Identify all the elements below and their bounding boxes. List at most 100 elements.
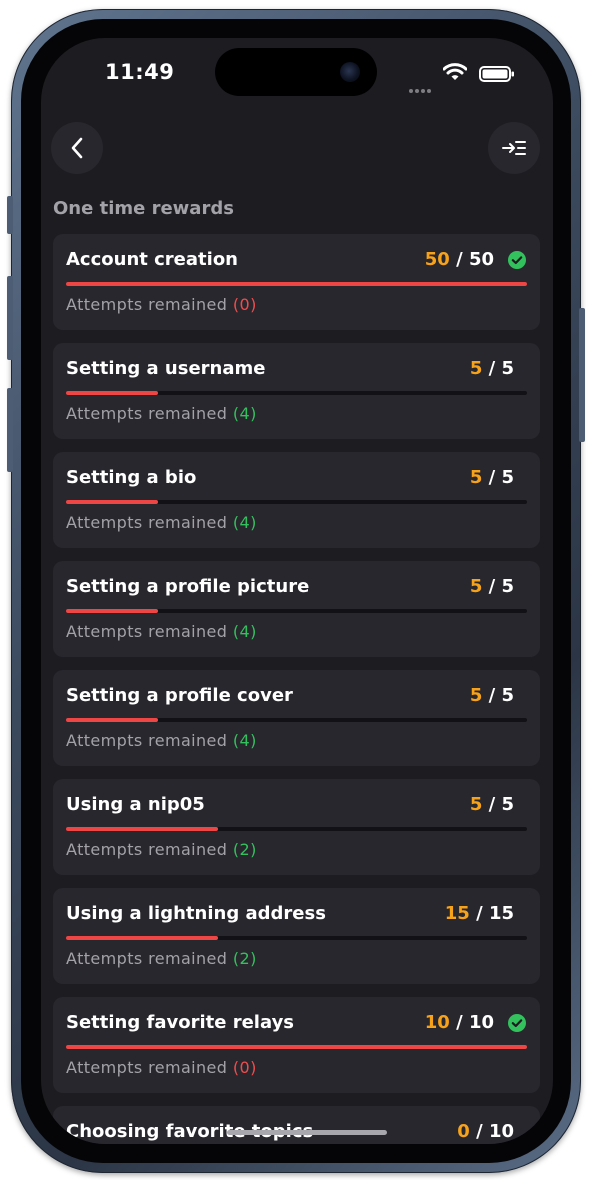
reward-score: 5 / 5 xyxy=(470,794,514,815)
score-separator: / xyxy=(482,467,502,488)
reward-score: 50 / 50 xyxy=(425,249,494,270)
reward-total: 10 xyxy=(468,1012,494,1033)
reward-card[interactable]: Setting a profile cover 5 / 5 Attempts rem… xyxy=(53,670,540,766)
chevron-left-icon xyxy=(71,137,83,159)
attempts-remaining: Attempts remained (4) xyxy=(66,404,257,423)
attempts-count: (2) xyxy=(232,840,257,859)
attempts-count: (4) xyxy=(232,731,257,750)
reward-card[interactable]: Setting favorite relays 10 / 10 Attempts r… xyxy=(53,997,540,1093)
action-button xyxy=(7,196,13,234)
reward-total: 5 xyxy=(501,358,514,379)
score-separator: / xyxy=(482,685,502,706)
reward-current: 5 xyxy=(469,794,483,815)
attempts-count: (2) xyxy=(232,949,257,968)
attempts-remaining: Attempts remained (0) xyxy=(66,1058,257,1077)
section-title: One time rewards xyxy=(53,198,234,219)
attempts-remaining: Attempts remained (2) xyxy=(66,840,257,859)
score-separator: / xyxy=(449,249,469,270)
progress-fill xyxy=(66,609,159,613)
status-time: 11:49 xyxy=(105,60,175,84)
attempts-remaining: Attempts remained (4) xyxy=(66,731,257,750)
progress-track xyxy=(66,609,527,613)
progress-track xyxy=(66,827,527,831)
dynamic-island xyxy=(215,48,377,96)
reward-current: 5 xyxy=(469,467,483,488)
reward-current: 5 xyxy=(469,576,483,597)
reward-card[interactable]: Using a nip05 5 / 5 Attempts remained (2) xyxy=(53,779,540,875)
reward-title: Setting favorite relays xyxy=(66,1012,295,1033)
attempts-remaining: Attempts remained (0) xyxy=(66,295,257,314)
reward-current: 15 xyxy=(444,903,470,924)
status-icons xyxy=(405,62,515,93)
reward-card[interactable]: Account creation 50 / 50 Attempts remained… xyxy=(53,234,540,330)
attempts-label: Attempts remained xyxy=(66,404,228,423)
collapse-button[interactable] xyxy=(488,122,540,174)
attempts-label: Attempts remained xyxy=(66,513,228,532)
reward-current: 5 xyxy=(469,685,483,706)
check-circle-icon xyxy=(508,251,526,269)
camera-icon xyxy=(340,62,360,82)
volume-up-button xyxy=(7,276,13,360)
reward-title: Setting a profile picture xyxy=(66,576,310,597)
reward-total: 15 xyxy=(488,903,514,924)
app-screen: 11:49 One time rewards Account creation 5… xyxy=(41,38,553,1144)
volume-down-button xyxy=(7,388,13,472)
wifi-icon xyxy=(443,63,467,80)
reward-total: 5 xyxy=(501,576,514,597)
rewards-list: Account creation 50 / 50 Attempts remained… xyxy=(53,234,540,1144)
reward-card[interactable]: Setting a username 5 / 5 Attempts remained… xyxy=(53,343,540,439)
battery-icon xyxy=(479,66,514,82)
reward-current: 5 xyxy=(469,358,483,379)
attempts-label: Attempts remained xyxy=(66,840,228,859)
reward-title: Using a lightning address xyxy=(66,903,326,924)
attempts-remaining: Attempts remained (4) xyxy=(66,513,257,532)
reward-card[interactable]: Choosing favorite topics 0 / 10 xyxy=(53,1106,540,1144)
home-indicator[interactable] xyxy=(227,1130,387,1135)
progress-track xyxy=(66,936,527,940)
progress-track xyxy=(66,718,527,722)
reward-card[interactable]: Using a lightning address 15 / 15 Attempts… xyxy=(53,888,540,984)
progress-track xyxy=(66,282,527,286)
score-separator: / xyxy=(469,1121,489,1142)
progress-fill xyxy=(66,282,527,286)
score-separator: / xyxy=(482,576,502,597)
attempts-label: Attempts remained xyxy=(66,731,228,750)
reward-score: 5 / 5 xyxy=(470,685,514,706)
progress-fill xyxy=(66,936,219,940)
progress-fill xyxy=(66,1045,527,1049)
reward-current: 50 xyxy=(424,249,450,270)
attempts-count: (0) xyxy=(232,1058,257,1077)
attempts-label: Attempts remained xyxy=(66,622,228,641)
reward-title: Setting a profile cover xyxy=(66,685,293,706)
reward-title: Using a nip05 xyxy=(66,794,205,815)
reward-score: 0 / 10 xyxy=(457,1121,514,1142)
progress-fill xyxy=(66,391,159,395)
attempts-count: (0) xyxy=(232,295,257,314)
reward-total: 10 xyxy=(488,1121,514,1142)
score-separator: / xyxy=(469,903,489,924)
reward-total: 5 xyxy=(501,685,514,706)
progress-track xyxy=(66,391,527,395)
attempts-remaining: Attempts remained (2) xyxy=(66,949,257,968)
reward-current: 10 xyxy=(424,1012,450,1033)
reward-card[interactable]: Setting a bio 5 / 5 Attempts remained (4) xyxy=(53,452,540,548)
signal-icon xyxy=(409,78,437,93)
reward-title: Setting a username xyxy=(66,358,266,379)
attempts-count: (4) xyxy=(232,404,257,423)
progress-fill xyxy=(66,500,159,504)
reward-score: 10 / 10 xyxy=(425,1012,494,1033)
reward-score: 15 / 15 xyxy=(445,903,514,924)
score-separator: / xyxy=(482,794,502,815)
reward-card[interactable]: Setting a profile picture 5 / 5 Attempts r… xyxy=(53,561,540,657)
reward-score: 5 / 5 xyxy=(470,576,514,597)
reward-title: Setting a bio xyxy=(66,467,197,488)
back-button[interactable] xyxy=(51,122,103,174)
score-separator: / xyxy=(482,358,502,379)
attempts-label: Attempts remained xyxy=(66,295,228,314)
score-separator: / xyxy=(449,1012,469,1033)
attempts-count: (4) xyxy=(232,622,257,641)
progress-track xyxy=(66,1045,527,1049)
attempts-count: (4) xyxy=(232,513,257,532)
attempts-label: Attempts remained xyxy=(66,949,228,968)
check-circle-icon xyxy=(508,1014,526,1032)
